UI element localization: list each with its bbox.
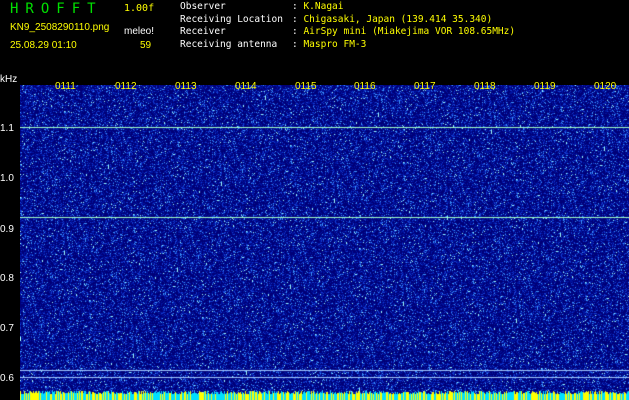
x-tick-label: 0117 <box>414 81 436 92</box>
brand-title: HROFFT <box>10 1 103 17</box>
version-label: 1.00f <box>124 3 155 14</box>
x-tick-label: 0115 <box>295 81 317 92</box>
y-tick-label: 1.0 <box>0 173 14 184</box>
spectrogram-plot <box>20 85 629 400</box>
info-row-observer: Observer: K.Nagai <box>180 1 344 12</box>
station-info: Observer: K.Nagai Receiving Location: Ch… <box>180 1 515 51</box>
meleo-label: meleo! <box>124 26 155 37</box>
y-axis-unit: kHz <box>0 74 18 85</box>
x-tick-label: 0111 <box>55 81 76 92</box>
x-tick-label: 0112 <box>115 81 137 92</box>
y-tick-label: 1.1 <box>0 123 14 134</box>
x-tick-label: 0120 <box>594 81 617 92</box>
y-tick-label: 0.8 <box>0 273 14 284</box>
y-tick-label: 0.9 <box>0 224 14 235</box>
x-tick-label: 0116 <box>354 81 376 92</box>
y-tick-label: 0.6 <box>0 373 14 384</box>
filename-label: KN9_2508290110.png <box>10 22 110 33</box>
datetime-label: 25.08.29 01:10 <box>10 40 77 51</box>
x-tick-label: 0114 <box>235 81 257 92</box>
x-tick-label: 0113 <box>175 81 197 92</box>
info-row-location: Receiving Location: Chigasaki, Japan (13… <box>180 13 493 25</box>
info-row-receiver: Receiver: AirSpy mini (Miakejima VOR 108… <box>180 26 516 37</box>
info-row-antenna: Receiving antenna: Maspro FM-3 <box>180 38 367 50</box>
x-tick-label: 0119 <box>534 81 556 92</box>
y-tick-label: 0.7 <box>0 323 14 334</box>
count-label: 59 <box>140 40 152 51</box>
x-tick-label: 0118 <box>474 81 496 92</box>
